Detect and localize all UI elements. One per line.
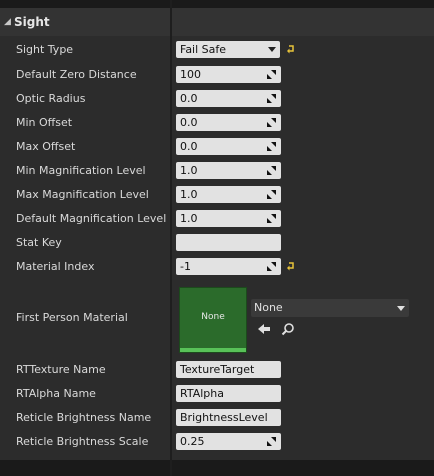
rtalpha-name-input[interactable]: RTAlpha [176,385,281,402]
reticle-brightness-name-input[interactable]: BrightnessLevel [176,409,281,426]
row-max-offset: Max Offset 0.0 [0,135,434,159]
reticle-brightness-name-value: BrightnessLevel [180,411,268,424]
spin-arrows-icon[interactable] [267,166,276,175]
optic-radius-label: Optic Radius [16,92,86,105]
reticle-brightness-scale-label: Reticle Brightness Scale [16,435,149,448]
bottom-band [0,460,434,476]
rtalpha-name-label: RTAlpha Name [16,387,96,400]
row-sight-type: Sight Type Fail Safe [0,38,434,62]
material-index-label: Material Index [16,260,95,273]
sight-type-label: Sight Type [16,43,74,56]
reset-arrow-icon[interactable] [286,44,298,56]
reticle-brightness-scale-input[interactable]: 0.25 [176,433,281,450]
reset-arrow-icon[interactable] [286,261,298,273]
reticle-brightness-name-label: Reticle Brightness Name [16,411,152,424]
row-material-index: Material Index -1 [0,255,434,279]
row-default-magnification-level: Default Magnification Level 1.0 [0,207,434,231]
material-index-value: -1 [180,260,191,273]
max-offset-value: 0.0 [180,140,198,153]
spin-arrows-icon[interactable] [267,190,276,199]
max-magnification-level-label: Max Magnification Level [16,188,149,201]
row-min-magnification-level: Min Magnification Level 1.0 [0,159,434,183]
min-magnification-level-label: Min Magnification Level [16,164,146,177]
first-person-material-label: First Person Material [16,311,128,324]
spin-arrows-icon[interactable] [267,70,276,79]
reticle-brightness-scale-value: 0.25 [180,435,205,448]
row-optic-radius: Optic Radius 0.0 [0,87,434,111]
default-magnification-level-label: Default Magnification Level [16,212,167,225]
stat-key-input[interactable] [176,234,281,251]
thumbnail-label: None [201,312,225,322]
default-zero-distance-input[interactable]: 100 [176,66,281,83]
sight-type-dropdown[interactable]: Fail Safe [176,41,280,58]
row-min-offset: Min Offset 0.0 [0,111,434,135]
search-icon[interactable] [281,322,295,336]
default-zero-distance-value: 100 [180,68,201,81]
left-arrow-icon[interactable] [257,322,271,336]
min-offset-label: Min Offset [16,116,73,129]
min-magnification-level-input[interactable]: 1.0 [176,162,281,179]
material-thumbnail[interactable]: None [179,287,247,353]
optic-radius-value: 0.0 [180,92,198,105]
row-max-magnification-level: Max Magnification Level 1.0 [0,183,434,207]
material-asset-value: None [254,301,283,314]
spin-arrows-icon[interactable] [267,118,276,127]
row-stat-key: Stat Key [0,231,434,255]
material-index-input[interactable]: -1 [176,258,281,275]
default-magnification-level-input[interactable]: 1.0 [176,210,281,227]
sight-type-value: Fail Safe [180,43,227,56]
min-offset-value: 0.0 [180,116,198,129]
chevron-down-icon [397,306,405,311]
spin-arrows-icon[interactable] [267,262,276,271]
max-magnification-level-value: 1.0 [180,188,198,201]
top-band [0,0,434,8]
optic-radius-input[interactable]: 0.0 [176,90,281,107]
rttexture-name-label: RTTexture Name [16,363,106,376]
column-divider[interactable] [170,0,172,476]
row-rttexture-name: RTTexture Name TextureTarget [0,358,434,382]
spin-arrows-icon[interactable] [267,94,276,103]
row-default-zero-distance: Default Zero Distance 100 [0,63,434,87]
section-header-sight[interactable]: ◢ Sight [0,8,434,36]
spin-arrows-icon[interactable] [267,142,276,151]
spin-arrows-icon[interactable] [267,214,276,223]
min-magnification-level-value: 1.0 [180,164,198,177]
max-offset-input[interactable]: 0.0 [176,138,281,155]
material-asset-dropdown[interactable]: None [251,299,409,317]
min-offset-input[interactable]: 0.0 [176,114,281,131]
rttexture-name-input[interactable]: TextureTarget [176,361,281,378]
default-magnification-level-value: 1.0 [180,212,198,225]
default-zero-distance-label: Default Zero Distance [16,68,137,81]
thumbnail-color-bar [180,348,246,352]
max-offset-label: Max Offset [16,140,76,153]
section-title: Sight [14,15,50,29]
row-reticle-brightness-name: Reticle Brightness Name BrightnessLevel [0,406,434,430]
row-reticle-brightness-scale: Reticle Brightness Scale 0.25 [0,430,434,454]
rtalpha-name-value: RTAlpha [180,387,224,400]
rttexture-name-value: TextureTarget [180,363,255,376]
chevron-down-icon [268,47,276,52]
collapse-triangle-icon[interactable]: ◢ [4,17,14,27]
max-magnification-level-input[interactable]: 1.0 [176,186,281,203]
stat-key-label: Stat Key [16,236,62,249]
row-rtalpha-name: RTAlpha Name RTAlpha [0,382,434,406]
spin-arrows-icon[interactable] [267,437,276,446]
